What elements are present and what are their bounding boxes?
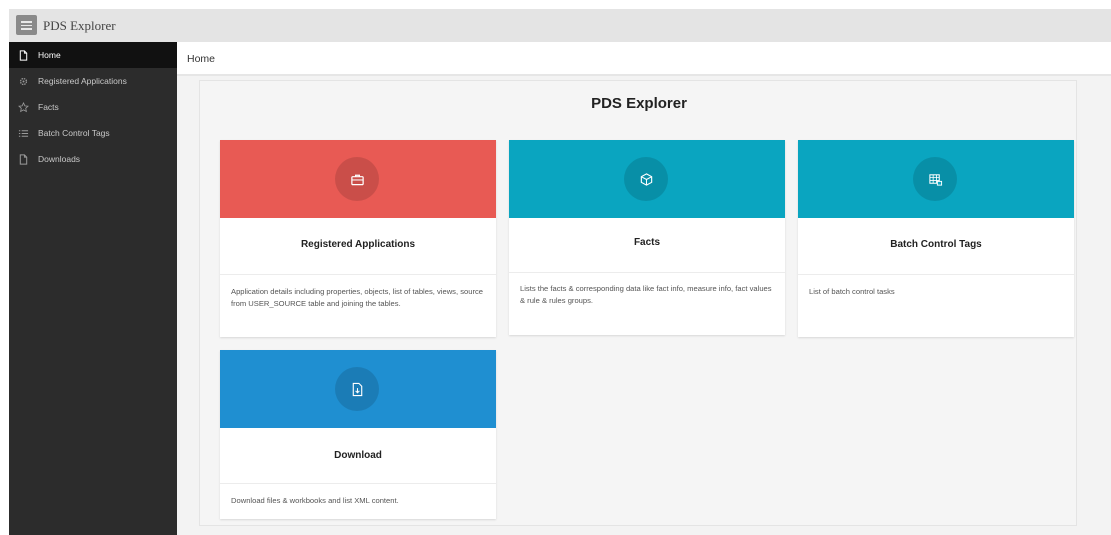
breadcrumb-bar: Home	[177, 42, 1111, 76]
breadcrumb: Home	[187, 53, 216, 65]
sidebar-item-label: Batch Control Tags	[38, 128, 110, 138]
card-description: Download files & workbooks and list XML …	[231, 496, 399, 505]
card-banner	[220, 350, 496, 428]
card-banner	[509, 140, 785, 218]
card-registered-applications[interactable]: Registered Applications Application deta…	[220, 140, 496, 337]
card-banner	[798, 140, 1074, 218]
card-facts[interactable]: Facts Lists the facts & corresponding da…	[509, 140, 785, 335]
sidebar-item-home[interactable]: Home	[9, 42, 177, 68]
main-content: PDS Explorer Registered Applications App…	[199, 80, 1077, 526]
card-title: Download	[334, 450, 382, 461]
sidebar-item-label: Downloads	[38, 154, 81, 164]
card-title: Batch Control Tags	[890, 239, 982, 250]
gear-icon	[18, 76, 29, 87]
card-batch-control-tags[interactable]: Batch Control Tags List of batch control…	[798, 140, 1074, 337]
page-title: PDS Explorer	[591, 95, 687, 112]
table-icon	[913, 157, 957, 201]
app-title[interactable]: PDS Explorer	[43, 18, 116, 34]
card-banner	[220, 140, 496, 218]
menu-toggle-button[interactable]	[16, 15, 37, 35]
card-divider	[798, 274, 1074, 275]
download-file-icon	[335, 367, 379, 411]
sidebar-item-batch-control-tags[interactable]: Batch Control Tags	[9, 120, 177, 146]
sidebar-item-label: Home	[38, 50, 61, 60]
list-icon	[18, 128, 29, 139]
star-icon	[18, 101, 29, 113]
card-title: Registered Applications	[300, 239, 416, 250]
sidebar: Home Registered Applications Facts Batch…	[9, 42, 177, 535]
sidebar-item-facts[interactable]: Facts	[9, 94, 177, 120]
card-divider	[220, 483, 496, 484]
card-title: Facts	[633, 237, 661, 248]
card-divider	[220, 274, 496, 275]
file-icon	[18, 49, 29, 61]
sidebar-item-label: Facts	[38, 102, 59, 112]
briefcase-icon	[335, 157, 379, 201]
card-download[interactable]: Download Download files & workbooks and …	[220, 350, 496, 519]
card-divider	[509, 272, 785, 273]
card-description: List of batch control tasks	[809, 287, 895, 296]
cube-icon	[624, 157, 668, 201]
card-description: Lists the facts & corresponding data lik…	[520, 284, 772, 305]
card-description: Application details including properties…	[231, 287, 483, 308]
sidebar-item-downloads[interactable]: Downloads	[9, 146, 177, 172]
file-icon	[18, 153, 29, 165]
top-bar: PDS Explorer	[9, 9, 1111, 42]
sidebar-item-label: Registered Applications	[38, 76, 127, 86]
sidebar-item-registered-applications[interactable]: Registered Applications	[9, 68, 177, 94]
